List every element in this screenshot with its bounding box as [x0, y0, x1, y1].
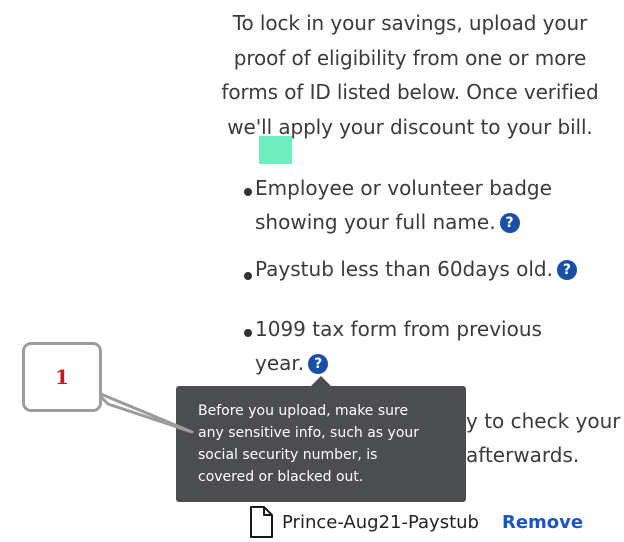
document-icon: [250, 506, 273, 538]
callout-number: 1: [55, 365, 69, 389]
remove-file-link[interactable]: Remove: [502, 512, 583, 533]
callout-box: 1: [22, 342, 102, 412]
callout-pointer: [94, 390, 194, 434]
file-name: Prince-Aug21-Paystub: [282, 511, 479, 533]
uploaded-file-row: Prince-Aug21-Paystub Remove: [249, 505, 583, 539]
